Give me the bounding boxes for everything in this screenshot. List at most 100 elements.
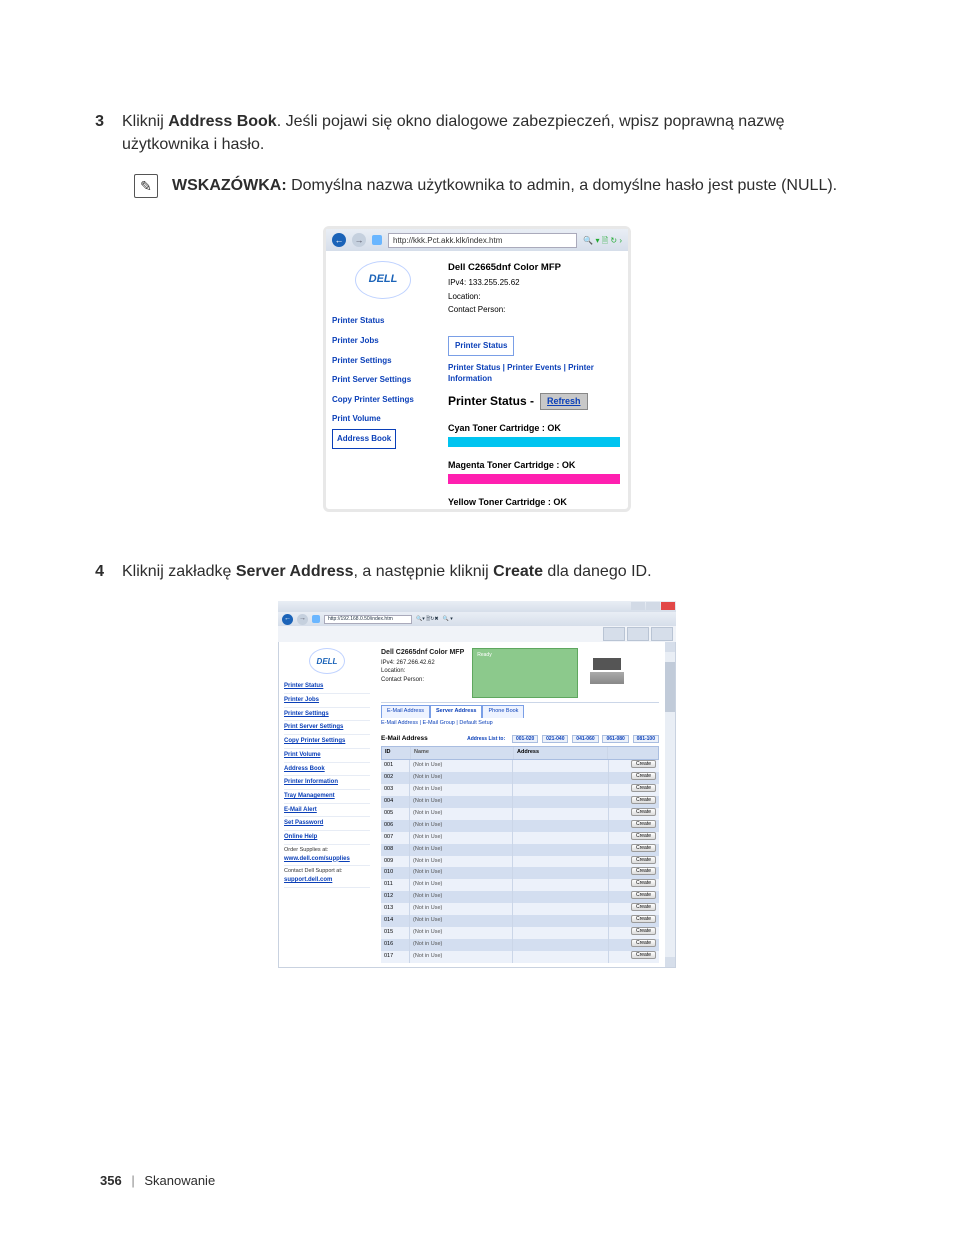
table-row: 008(Not in Use)Create <box>381 844 659 856</box>
sidebar-item-print-server-settings[interactable]: Print Server Settings <box>332 370 434 390</box>
separator: | <box>131 1173 134 1188</box>
bold-server-address: Server Address <box>236 563 354 580</box>
table-row: 014(Not in Use)Create <box>381 915 659 927</box>
create-button[interactable]: Create <box>631 808 656 816</box>
support-link[interactable]: support.dell.com <box>284 876 370 885</box>
refresh-button[interactable]: Refresh <box>540 393 588 410</box>
sidebar-item-printer-jobs[interactable]: Printer Jobs <box>284 694 370 708</box>
sidebar-item-copy-printer-settings[interactable]: Copy Printer Settings <box>332 390 434 410</box>
create-button[interactable]: Create <box>631 796 656 804</box>
cell-name: (Not in Use) <box>410 832 513 844</box>
url-field[interactable]: http://192.168.0.50/index.htm <box>324 615 412 624</box>
sidebar-item-printer-status[interactable]: Printer Status <box>284 680 370 694</box>
sidebar-item-print-volume[interactable]: Print Volume <box>284 749 370 763</box>
sidebar: DELL Printer Status Printer Jobs Printer… <box>326 251 440 509</box>
sidebar-item-email-alert[interactable]: E-Mail Alert <box>284 804 370 818</box>
cell-address <box>513 939 609 951</box>
cell-name: (Not in Use) <box>410 772 513 784</box>
browser-window-1: ← → http://kkk.Pct.akk.klk/index.htm 🔍 ▾… <box>323 226 631 512</box>
create-button[interactable]: Create <box>631 927 656 935</box>
pager-041-060[interactable]: 041-060 <box>572 735 598 743</box>
cell-address <box>513 784 609 796</box>
text: Kliknij <box>122 113 168 130</box>
create-button[interactable]: Create <box>631 939 656 947</box>
sidebar-item-print-server-settings[interactable]: Print Server Settings <box>284 721 370 735</box>
tab-phone-book[interactable]: Phone Book <box>482 705 524 718</box>
pager-021-040[interactable]: 021-040 <box>542 735 568 743</box>
sidebar-item-print-volume[interactable]: Print Volume <box>332 409 434 429</box>
sidebar-item-address-book[interactable]: Address Book <box>332 429 396 449</box>
search-icon[interactable]: 🔍 ▾ 🗎 ↻ › <box>583 235 622 247</box>
main-panel: Dell C2665dnf Color MFP IPv4: 267.266.42… <box>375 642 665 967</box>
toolbar-icons[interactable]: 🔍▾ 🗎↻✖ 🔍 ▾ <box>416 616 453 623</box>
sidebar-item-address-book[interactable]: Address Book <box>284 763 370 777</box>
cell-address <box>513 927 609 939</box>
pager-081-100[interactable]: 081-100 <box>633 735 659 743</box>
pager-001-020[interactable]: 001-020 <box>512 735 538 743</box>
url-field[interactable]: http://kkk.Pct.akk.klk/index.htm <box>388 233 577 249</box>
sidebar-item-printer-status[interactable]: Printer Status <box>332 311 434 331</box>
sidebar-item-tray-management[interactable]: Tray Management <box>284 790 370 804</box>
sidebar-item-copy-printer-settings[interactable]: Copy Printer Settings <box>284 735 370 749</box>
window-buttons[interactable] <box>631 601 676 612</box>
pager-label: Address List to: <box>464 736 508 742</box>
sidebar-item-set-password[interactable]: Set Password <box>284 817 370 831</box>
step-number: 4 <box>86 560 104 583</box>
cell-id: 013 <box>381 903 410 915</box>
page-footer: 356 | Skanowanie <box>100 1172 215 1191</box>
cell-name: (Not in Use) <box>410 951 513 963</box>
scroll-down-icon[interactable] <box>665 957 675 967</box>
sub-tabs[interactable]: Printer Status | Printer Events | Printe… <box>448 362 620 385</box>
tab-printer-status[interactable]: Printer Status <box>448 336 514 356</box>
create-button[interactable]: Create <box>631 784 656 792</box>
device-title: Dell C2665dnf Color MFP <box>448 261 620 275</box>
sidebar-item-printer-jobs[interactable]: Printer Jobs <box>332 331 434 351</box>
create-button[interactable]: Create <box>631 867 656 875</box>
table-header: ID Name Address <box>381 746 659 760</box>
page-number: 356 <box>100 1173 122 1188</box>
window-tab-buttons[interactable] <box>278 626 676 642</box>
create-button[interactable]: Create <box>631 903 656 911</box>
sidebar-item-printer-settings[interactable]: Printer Settings <box>332 351 434 371</box>
sidebar-item-printer-settings[interactable]: Printer Settings <box>284 708 370 722</box>
create-button[interactable]: Create <box>631 915 656 923</box>
tab-server-address[interactable]: Server Address <box>430 705 482 718</box>
create-button[interactable]: Create <box>631 820 656 828</box>
cell-address <box>513 796 609 808</box>
tip-text: WSKAZÓWKA: Domyślna nazwa użytkownika to… <box>172 174 837 197</box>
scrollbar[interactable] <box>665 642 675 967</box>
create-button[interactable]: Create <box>631 856 656 864</box>
back-icon[interactable]: ← <box>332 233 346 247</box>
contact: Contact Person: <box>381 676 464 685</box>
sub-tabs[interactable]: E-Mail Address | E-Mail Group | Default … <box>381 720 665 728</box>
forward-icon[interactable]: → <box>352 233 366 247</box>
step-text: Kliknij Address Book. Jeśli pojawi się o… <box>122 110 868 156</box>
pager-061-080[interactable]: 061-080 <box>602 735 628 743</box>
step-number: 3 <box>86 110 104 156</box>
create-button[interactable]: Create <box>631 832 656 840</box>
cell-name: (Not in Use) <box>410 784 513 796</box>
main-panel: Dell C2665dnf Color MFP IPv4: 133.255.25… <box>440 251 628 509</box>
cyan-label: Cyan Toner Cartridge : OK <box>448 422 620 435</box>
scroll-thumb[interactable] <box>665 662 675 712</box>
pager: Address List to: 001-020 021-040 041-060… <box>462 734 659 743</box>
create-button[interactable]: Create <box>631 891 656 899</box>
figure-1: ← → http://kkk.Pct.akk.klk/index.htm 🔍 ▾… <box>86 226 868 512</box>
create-button[interactable]: Create <box>631 951 656 959</box>
create-button[interactable]: Create <box>631 879 656 887</box>
section-name: Skanowanie <box>144 1173 215 1188</box>
create-button[interactable]: Create <box>631 844 656 852</box>
scroll-up-icon[interactable] <box>665 642 675 652</box>
tab-email-address[interactable]: E-Mail Address <box>381 705 430 718</box>
cell-address <box>513 891 609 903</box>
back-icon[interactable]: ← <box>282 614 293 625</box>
sidebar-item-online-help[interactable]: Online Help <box>284 831 370 845</box>
create-button[interactable]: Create <box>631 772 656 780</box>
bold-address-book: Address Book <box>168 113 276 130</box>
create-button[interactable]: Create <box>631 760 656 768</box>
sidebar-item-printer-information[interactable]: Printer Information <box>284 776 370 790</box>
table-row: 016(Not in Use)Create <box>381 939 659 951</box>
supplies-link[interactable]: www.dell.com/supplies <box>284 855 370 864</box>
table-row: 006(Not in Use)Create <box>381 820 659 832</box>
forward-icon[interactable]: → <box>297 614 308 625</box>
